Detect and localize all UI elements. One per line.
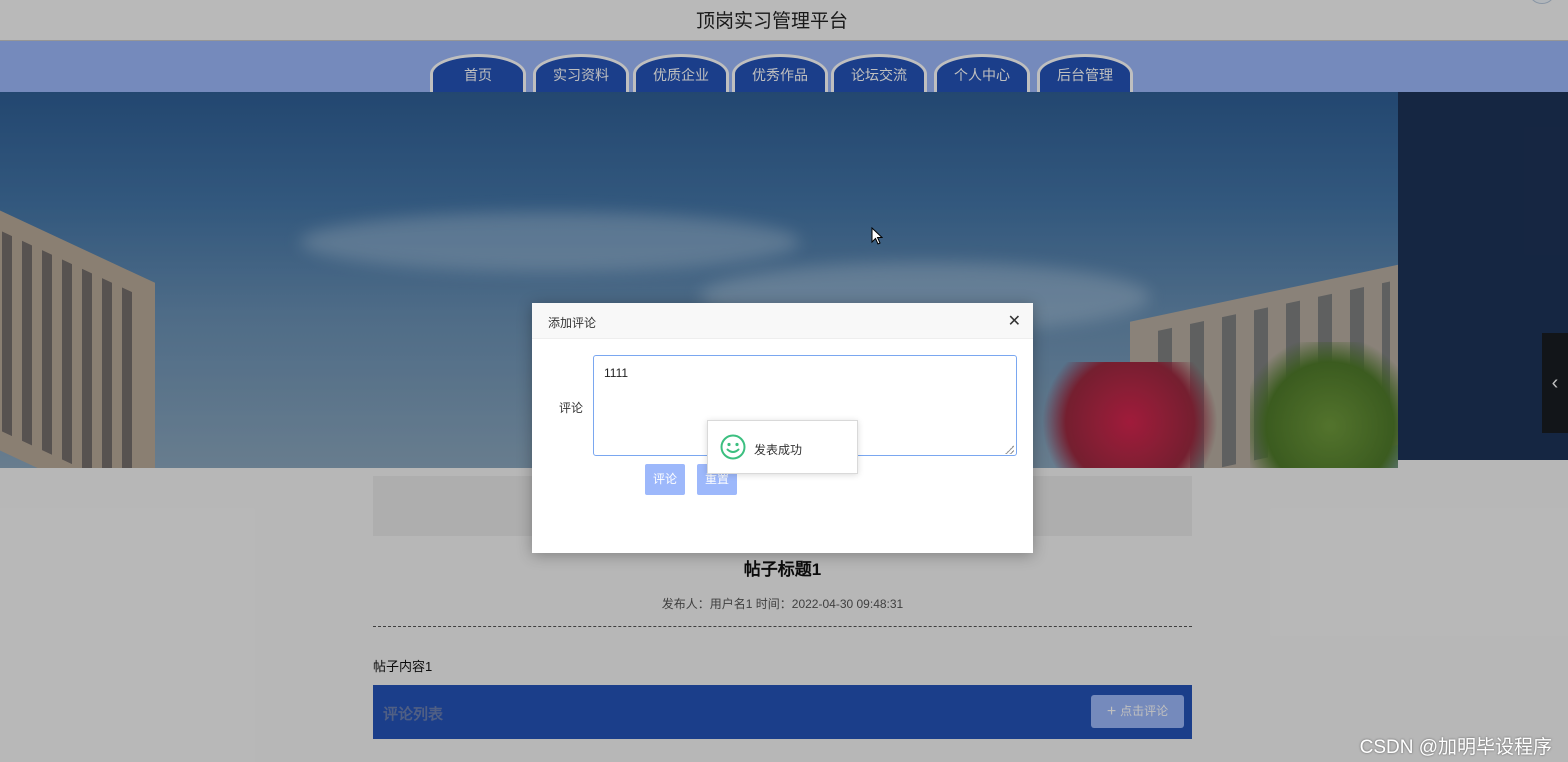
dialog-title: 添加评论 — [548, 316, 597, 330]
success-toast: 发表成功 — [707, 420, 858, 474]
resize-grip-icon[interactable] — [1005, 445, 1014, 454]
watermark: CSDN @加明毕设程序 — [1359, 737, 1552, 758]
comment-field-label: 评论 — [559, 401, 584, 415]
smile-icon — [720, 434, 746, 460]
mouse-cursor-icon — [871, 227, 883, 245]
submit-comment-button[interactable]: 评论 — [645, 464, 685, 495]
dialog-header: 添加评论 ✕ — [532, 303, 1033, 339]
close-icon[interactable]: ✕ — [1008, 311, 1021, 331]
toast-message: 发表成功 — [754, 443, 803, 457]
